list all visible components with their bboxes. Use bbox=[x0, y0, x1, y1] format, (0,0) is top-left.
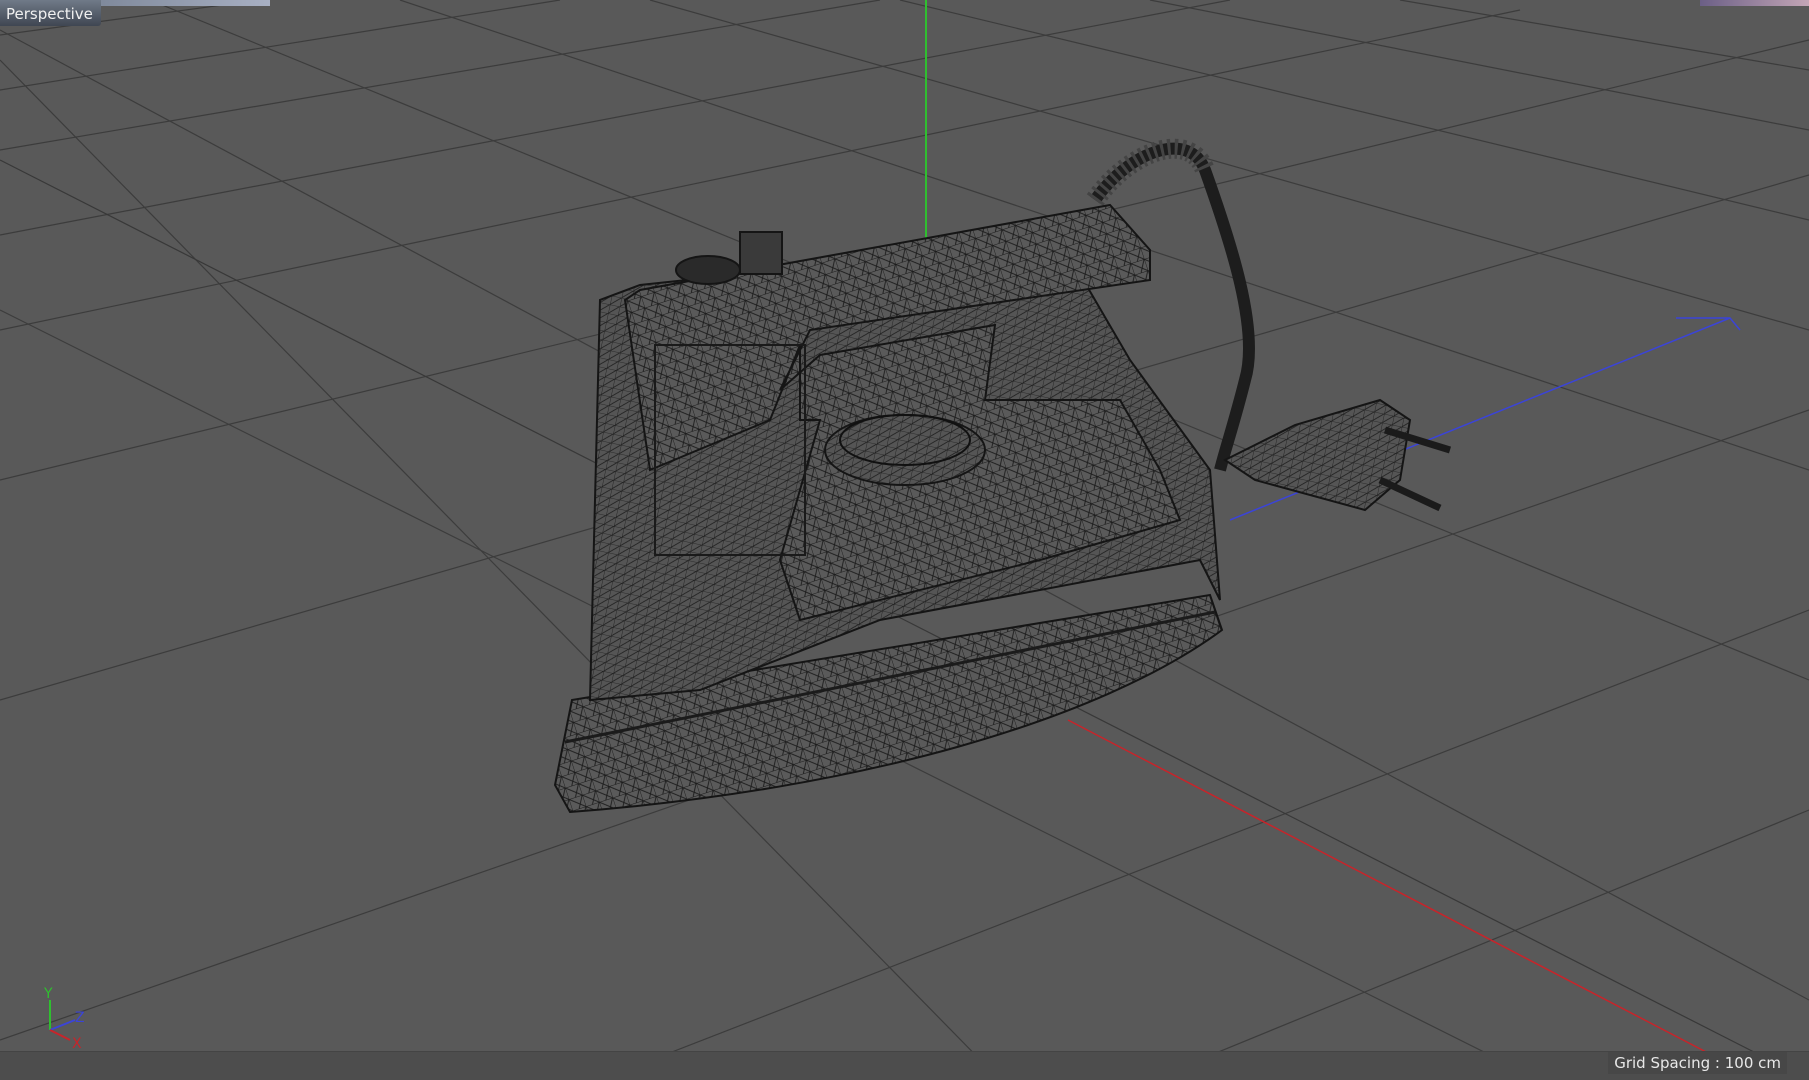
viewport-scene[interactable]: Y Z X bbox=[0, 0, 1809, 1080]
world-axis-x bbox=[1067, 719, 1761, 1080]
viewport-status-bar: Grid Spacing : 100 cm bbox=[0, 1051, 1809, 1080]
grid-spacing-value: 100 cm bbox=[1724, 1054, 1781, 1072]
perspective-viewport[interactable]: Y Z X Perspective Grid Spacing : 100 cm bbox=[0, 0, 1809, 1080]
spray-button bbox=[739, 231, 783, 275]
window-edge-strip-right bbox=[1700, 0, 1809, 6]
window-edge-strip bbox=[90, 0, 270, 6]
axis-gizmo-z-label: Z bbox=[75, 1010, 85, 1026]
grid-spacing-label: Grid Spacing bbox=[1614, 1054, 1711, 1072]
world-axis-z-arrow bbox=[1676, 317, 1741, 331]
grid-spacing-readout: Grid Spacing : 100 cm bbox=[1608, 1052, 1787, 1074]
temperature-dial bbox=[824, 414, 986, 486]
power-plug bbox=[1223, 398, 1452, 512]
axis-gizmo-y-label: Y bbox=[43, 986, 53, 1002]
steam-knob bbox=[675, 255, 741, 285]
iron-wireframe-model[interactable] bbox=[553, 138, 1452, 814]
axis-gizmo: Y Z X bbox=[43, 986, 85, 1052]
grid-spacing-separator: : bbox=[1710, 1054, 1725, 1072]
viewport-name-label[interactable]: Perspective bbox=[0, 0, 101, 26]
axis-gizmo-x-label: X bbox=[72, 1036, 82, 1052]
